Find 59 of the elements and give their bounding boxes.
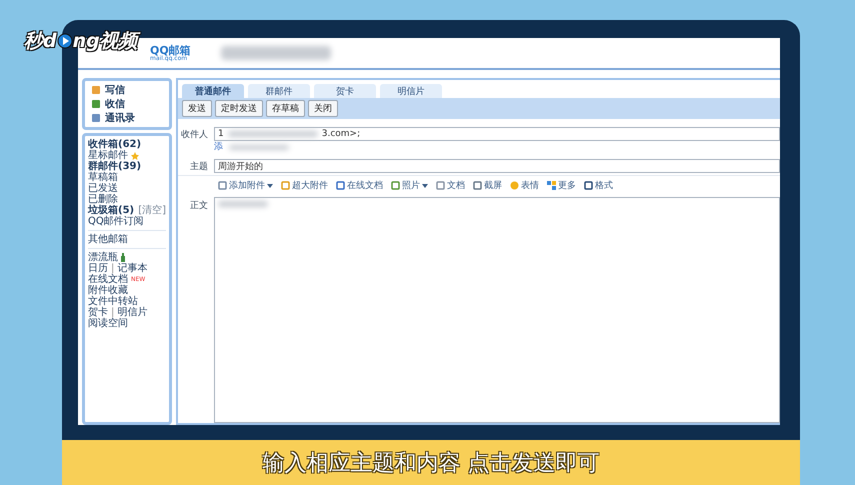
star-icon (131, 152, 139, 160)
app-link[interactable]: 贺卡 (88, 307, 108, 318)
tab[interactable]: 明信片 (380, 84, 442, 98)
caption-text: 输入相应主题和内容 点击发送即可 (262, 450, 600, 478)
folder-link[interactable]: 其他邮箱 (88, 234, 128, 245)
grid-icon (547, 181, 556, 190)
add-cc-link[interactable]: 添 (214, 142, 223, 153)
app-link[interactable]: 文件中转站 (88, 296, 138, 307)
action-button[interactable]: 关闭 (308, 100, 338, 117)
action-button[interactable]: 发送 (182, 100, 212, 117)
app-link[interactable]: 记事本 (117, 263, 148, 274)
field-label: 主题 (189, 160, 208, 172)
blurred-text (218, 201, 268, 207)
tab[interactable]: 普通邮件 (182, 84, 244, 98)
toolbar-item[interactable]: 表情 (510, 179, 539, 192)
smiley-icon (510, 181, 519, 190)
folder-link[interactable]: 收件箱(62) (88, 139, 142, 150)
folder-link[interactable]: QQ邮件订阅 (88, 216, 144, 227)
folder-link[interactable]: 垃圾箱(5) (88, 205, 134, 216)
toolbar-item[interactable]: 在线文档 (336, 179, 383, 192)
app-link[interactable]: 阅读空间 (88, 318, 128, 329)
toolbar-item[interactable]: 格式 (584, 179, 613, 192)
toolbar-item[interactable]: 超大附件 (281, 179, 328, 192)
toolbar-item[interactable]: 更多 (547, 179, 576, 192)
play-icon (56, 33, 73, 49)
action-button[interactable]: 存草稿 (266, 100, 305, 117)
bottle-icon (121, 253, 125, 262)
toolbar-item[interactable]: 截屏 (473, 179, 502, 192)
app-link[interactable]: 附件收藏 (88, 285, 128, 296)
action-button[interactable]: 定时发送 (215, 100, 263, 117)
app-link[interactable]: 日历 (88, 263, 108, 274)
separator-text: | (111, 307, 114, 318)
folder-link[interactable]: 已删除 (88, 194, 118, 205)
field-label: 正文 (189, 200, 208, 213)
tab[interactable]: 贺卡 (314, 84, 376, 98)
toolbar-item[interactable]: 文档 (436, 179, 465, 192)
body-editor[interactable] (214, 197, 780, 423)
empty-link[interactable]: [清空] (138, 205, 166, 216)
mail-logo: QQ邮箱 (150, 44, 191, 56)
field-label: 收件人 (180, 128, 208, 140)
folder-link[interactable]: 群邮件(39) (88, 161, 142, 172)
caret-icon (267, 184, 273, 188)
recipient-field[interactable]: 1 3.com>; (214, 127, 780, 141)
tab[interactable]: 群邮件 (248, 84, 310, 98)
app-link[interactable]: 明信片 (117, 307, 148, 318)
toolbar-item[interactable]: 照片 (391, 179, 428, 192)
blurred-text (229, 145, 289, 150)
folder-link[interactable]: 星标邮件 (88, 150, 128, 161)
folder-link[interactable]: 草稿箱 (88, 172, 118, 183)
folder-link[interactable]: 已发送 (88, 183, 118, 194)
sidebar-action[interactable]: 通讯录 (105, 112, 135, 124)
sidebar-action[interactable]: 收信 (105, 98, 125, 110)
subject-field[interactable]: 周游开始的 (214, 159, 780, 173)
app-link[interactable]: 漂流瓶 (88, 252, 118, 263)
sidebar-action[interactable]: 写信 (105, 84, 125, 96)
toolbar-item[interactable]: 添加附件 (218, 179, 273, 192)
app-link[interactable]: 在线文档 (88, 274, 128, 285)
separator-text: | (111, 263, 114, 274)
caret-icon (422, 184, 428, 188)
